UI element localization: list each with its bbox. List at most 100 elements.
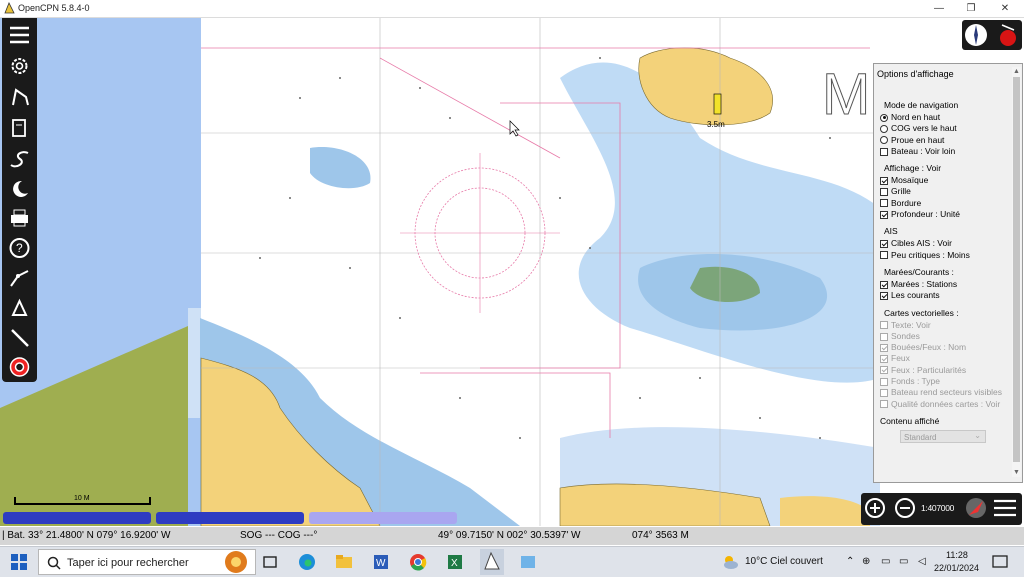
photos-icon[interactable] [518, 552, 538, 572]
taskbar-search-input[interactable]: Taper ici pour rechercher [38, 549, 256, 575]
option-checkbox: Sondes [880, 331, 1010, 342]
word-icon[interactable]: W [371, 552, 391, 572]
options-list: Mode de navigation Nord en haut COG vers l… [880, 100, 1010, 443]
search-icon [47, 556, 61, 570]
option-group-label: Marées/Courants : [884, 266, 954, 277]
option-radio[interactable]: Proue en haut [880, 135, 1010, 146]
help-icon[interactable]: ? [6, 236, 33, 260]
panel-scrollbar[interactable]: ▲ ▼ [1012, 67, 1021, 477]
zoom-out-icon [895, 498, 915, 518]
track-icon[interactable] [6, 116, 33, 140]
option-label: COG vers le haut [891, 123, 957, 134]
option-radio[interactable]: COG vers le haut [880, 123, 1010, 134]
svg-text:W: W [376, 558, 386, 569]
option-label: Feux [891, 353, 910, 364]
option-label: Marées : Stations [891, 278, 958, 289]
svg-text:X: X [451, 558, 458, 569]
scroll-up-icon[interactable]: ▲ [1012, 67, 1021, 76]
checkbox[interactable] [880, 280, 888, 289]
battery-icon[interactable]: ▭ [899, 556, 908, 567]
language-icon[interactable]: ⊕ [862, 556, 870, 567]
close-icon[interactable]: ✕ [990, 1, 1020, 16]
option-checkbox[interactable]: Bateau : Voir loin [880, 146, 1010, 157]
sog-cog: SOG --- COG ---° [240, 530, 318, 541]
option-label: Sondes [891, 330, 920, 341]
maximize-icon[interactable]: ❐ [956, 1, 986, 16]
radio-button[interactable] [880, 124, 888, 133]
panel-title: Options d'affichage [877, 69, 954, 79]
scroll-down-icon[interactable]: ▼ [1012, 468, 1021, 477]
option-checkbox[interactable]: Bordure [880, 198, 1010, 209]
network-icon[interactable]: ▭ [881, 556, 890, 567]
chart-canvas[interactable]: 3.5m M [0, 18, 1024, 526]
option-checkbox[interactable]: Peu critiques : Moins [880, 250, 1010, 261]
curve-icon[interactable] [6, 147, 33, 171]
option-label: Les courants [891, 290, 940, 301]
chart-piano-key[interactable] [3, 512, 151, 524]
option-checkbox[interactable]: Grille [880, 186, 1010, 197]
option-label: Bateau : Voir loin [891, 145, 956, 156]
checkbox [880, 332, 888, 341]
checkbox[interactable] [880, 210, 888, 219]
task-view-icon[interactable] [260, 552, 280, 572]
opencpn-taskbar-icon[interactable] [480, 549, 504, 575]
svg-text:?: ? [16, 241, 23, 255]
zoom-in-icon [865, 498, 885, 518]
print-icon[interactable] [6, 206, 33, 230]
checkbox[interactable] [880, 176, 888, 185]
option-label: Cibles AIS : Voir [891, 238, 952, 249]
content-select[interactable]: Standard [900, 429, 986, 443]
settings-icon[interactable] [6, 54, 33, 78]
option-checkbox[interactable]: Les courants [880, 290, 1010, 301]
checkbox[interactable] [880, 147, 888, 156]
option-label: Bateau rend secteurs visibles [891, 387, 1003, 398]
opencpn-logo-icon [4, 2, 15, 14]
option-checkbox[interactable]: Mosaïque [880, 175, 1010, 186]
route-icon[interactable] [6, 85, 33, 109]
excel-icon[interactable]: X [445, 552, 465, 572]
option-checkbox: Qualité données cartes : Voir [880, 399, 1010, 410]
radio-button[interactable] [880, 113, 888, 122]
radio-button[interactable] [880, 136, 888, 145]
clock-time[interactable]: 11:28 [946, 550, 968, 560]
cursor-position: 49° 09.7150' N 002° 30.5397' W [438, 530, 581, 541]
edge-icon[interactable] [297, 552, 317, 572]
option-checkbox: Feux [880, 353, 1010, 364]
file-explorer-icon[interactable] [334, 552, 354, 572]
option-group-label: Mode de navigation [884, 100, 959, 110]
lifebuoy-icon[interactable] [6, 355, 33, 379]
ruler-icon[interactable] [6, 326, 33, 350]
option-label: Profondeur : Unité [891, 209, 960, 220]
menu-icon[interactable] [6, 23, 33, 47]
status-bar: | Bat. 33° 21.4800' N 079° 16.9200' W SO… [0, 527, 1024, 545]
option-radio[interactable]: Nord en haut [880, 112, 1010, 123]
checkbox[interactable] [880, 199, 888, 208]
chart-watermark-letter: M [822, 62, 870, 127]
notification-icon[interactable] [990, 552, 1010, 572]
checkbox[interactable] [880, 188, 888, 197]
clock-date[interactable]: 22/01/2024 [934, 563, 979, 573]
chevron-up-icon[interactable]: ⌃ [846, 556, 854, 567]
compass-widget[interactable] [962, 20, 1022, 50]
chart-piano-key[interactable] [156, 512, 304, 524]
option-checkbox[interactable]: Marées : Stations [880, 279, 1010, 290]
option-checkbox: Feux : Particularités [880, 365, 1010, 376]
minimize-icon[interactable]: — [924, 1, 954, 16]
windows-start-icon[interactable] [9, 552, 29, 572]
chrome-icon[interactable] [408, 552, 428, 572]
checkbox[interactable] [880, 251, 888, 260]
option-label: Texte: Voir [891, 319, 931, 330]
option-checkbox: Bouées/Feux : Nom [880, 342, 1010, 353]
chart-piano-key[interactable] [309, 512, 457, 524]
option-group-label: Cartes vectorielles : [884, 307, 959, 318]
volume-icon[interactable]: ◁ [918, 556, 926, 567]
windows-taskbar: Taper ici pour rechercher W X 10°C Ciel … [0, 546, 1024, 577]
option-checkbox[interactable]: Cibles AIS : Voir [880, 238, 1010, 249]
option-checkbox[interactable]: Profondeur : Unité [880, 209, 1010, 220]
ais-icon[interactable] [6, 296, 33, 320]
moon-icon[interactable] [6, 177, 33, 201]
scroll-thumb[interactable] [1013, 77, 1020, 462]
measure-icon[interactable] [6, 266, 33, 290]
checkbox[interactable] [880, 240, 888, 249]
checkbox[interactable] [880, 291, 888, 300]
